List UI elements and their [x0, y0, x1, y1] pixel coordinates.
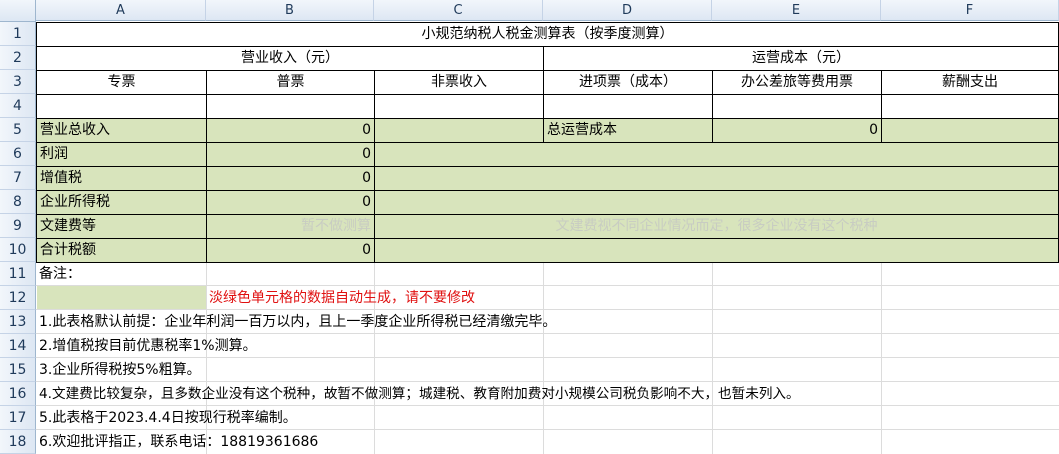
income-tax-merged-area[interactable]	[374, 190, 1059, 215]
spreadsheet: A B C D E F 1 2 3 4 5 6 7 8 9 10 11 12 1…	[0, 0, 1059, 454]
row-header-1[interactable]: 1	[0, 22, 36, 46]
input-regular-invoice[interactable]	[206, 94, 375, 119]
header-office-expense-invoice[interactable]: 办公差旅等费用票	[712, 70, 882, 95]
culture-fee-label[interactable]: 文建费等	[36, 214, 207, 239]
column-header-f[interactable]: F	[881, 0, 1059, 21]
total-revenue-label[interactable]: 营业总收入	[36, 118, 207, 143]
sheet-title[interactable]: 小规范纳税人税金测算表（按季度测算）	[36, 22, 1059, 47]
cost-group-header[interactable]: 运营成本（元）	[543, 46, 1059, 71]
header-special-invoice[interactable]: 专票	[36, 70, 207, 95]
note-3[interactable]: 3.企业所得税按5%粗算。	[36, 358, 1036, 382]
total-tax-label[interactable]: 合计税额	[36, 238, 207, 263]
income-tax-label[interactable]: 企业所得税	[36, 190, 207, 215]
profit-label[interactable]: 利润	[36, 142, 207, 167]
input-input-invoice[interactable]	[543, 94, 713, 119]
vat-label[interactable]: 增值税	[36, 166, 207, 191]
income-tax-value[interactable]: 0	[206, 190, 375, 215]
row-header-3[interactable]: 3	[0, 70, 36, 94]
row-header-16[interactable]: 16	[0, 382, 36, 406]
header-regular-invoice[interactable]: 普票	[206, 70, 375, 95]
profit-value[interactable]: 0	[206, 142, 375, 167]
header-non-invoice-income[interactable]: 非票收入	[374, 70, 544, 95]
total-revenue-filler[interactable]	[374, 118, 544, 143]
legend-text[interactable]: 淡绿色单元格的数据自动生成，请不要修改	[206, 286, 806, 310]
row-header-13[interactable]: 13	[0, 310, 36, 334]
input-office-expense[interactable]	[712, 94, 882, 119]
note-1[interactable]: 1.此表格默认前提：企业年利润一百万以内，且上一季度企业所得税已经清缴完毕。	[36, 310, 1036, 334]
legend-green-swatch[interactable]	[37, 286, 206, 309]
note-4[interactable]: 4.文建费比较复杂，且多数企业没有这个税种，故暂不做测算；城建税、教育附加费对小…	[36, 382, 1056, 406]
row-header-11[interactable]: 11	[0, 262, 36, 286]
row-header-15[interactable]: 15	[0, 358, 36, 382]
row-header-9[interactable]: 9	[0, 214, 36, 238]
note-6[interactable]: 6.欢迎批评指正，联系电话：18819361686	[36, 430, 1036, 454]
input-non-invoice-income[interactable]	[374, 94, 544, 119]
row-header-7[interactable]: 7	[0, 166, 36, 190]
row-header-6[interactable]: 6	[0, 142, 36, 166]
select-all-corner[interactable]	[0, 0, 36, 22]
total-tax-merged-area[interactable]	[374, 238, 1059, 263]
row-header-18[interactable]: 18	[0, 430, 36, 454]
row-header-12[interactable]: 12	[0, 286, 36, 310]
row-header-2[interactable]: 2	[0, 46, 36, 70]
profit-merged-area[interactable]	[374, 142, 1059, 167]
input-salary-expense[interactable]	[881, 94, 1059, 119]
column-header-e[interactable]: E	[712, 0, 881, 21]
column-header-b[interactable]: B	[206, 0, 374, 21]
total-cost-label[interactable]: 总运营成本	[543, 118, 713, 143]
column-header-d[interactable]: D	[543, 0, 712, 21]
row-header-8[interactable]: 8	[0, 190, 36, 214]
row-header-17[interactable]: 17	[0, 406, 36, 430]
row-header-4[interactable]: 4	[0, 94, 36, 118]
column-header-a[interactable]: A	[36, 0, 206, 21]
header-salary-expense[interactable]: 薪酬支出	[881, 70, 1059, 95]
note-5[interactable]: 5.此表格于2023.4.4日按现行税率编制。	[36, 406, 1036, 430]
culture-fee-value[interactable]: 暂不做测算	[206, 214, 375, 239]
column-header-c[interactable]: C	[374, 0, 543, 21]
revenue-group-header[interactable]: 营业收入（元）	[36, 46, 544, 71]
culture-fee-note[interactable]: 文建费视不同企业情况而定，很多企业没有这个税种	[374, 214, 1059, 239]
total-cost-filler[interactable]	[881, 118, 1059, 143]
total-tax-value[interactable]: 0	[206, 238, 375, 263]
row-header-5[interactable]: 5	[0, 118, 36, 142]
note-2[interactable]: 2.增值税按目前优惠税率1%测算。	[36, 334, 1036, 358]
row-header-14[interactable]: 14	[0, 334, 36, 358]
vat-value[interactable]: 0	[206, 166, 375, 191]
header-input-invoice[interactable]: 进项票（成本）	[543, 70, 713, 95]
total-revenue-value[interactable]: 0	[206, 118, 375, 143]
row-header-10[interactable]: 10	[0, 238, 36, 262]
notes-label[interactable]: 备注：	[36, 262, 206, 286]
total-cost-value[interactable]: 0	[712, 118, 882, 143]
input-special-invoice[interactable]	[36, 94, 207, 119]
vat-merged-area[interactable]	[374, 166, 1059, 191]
